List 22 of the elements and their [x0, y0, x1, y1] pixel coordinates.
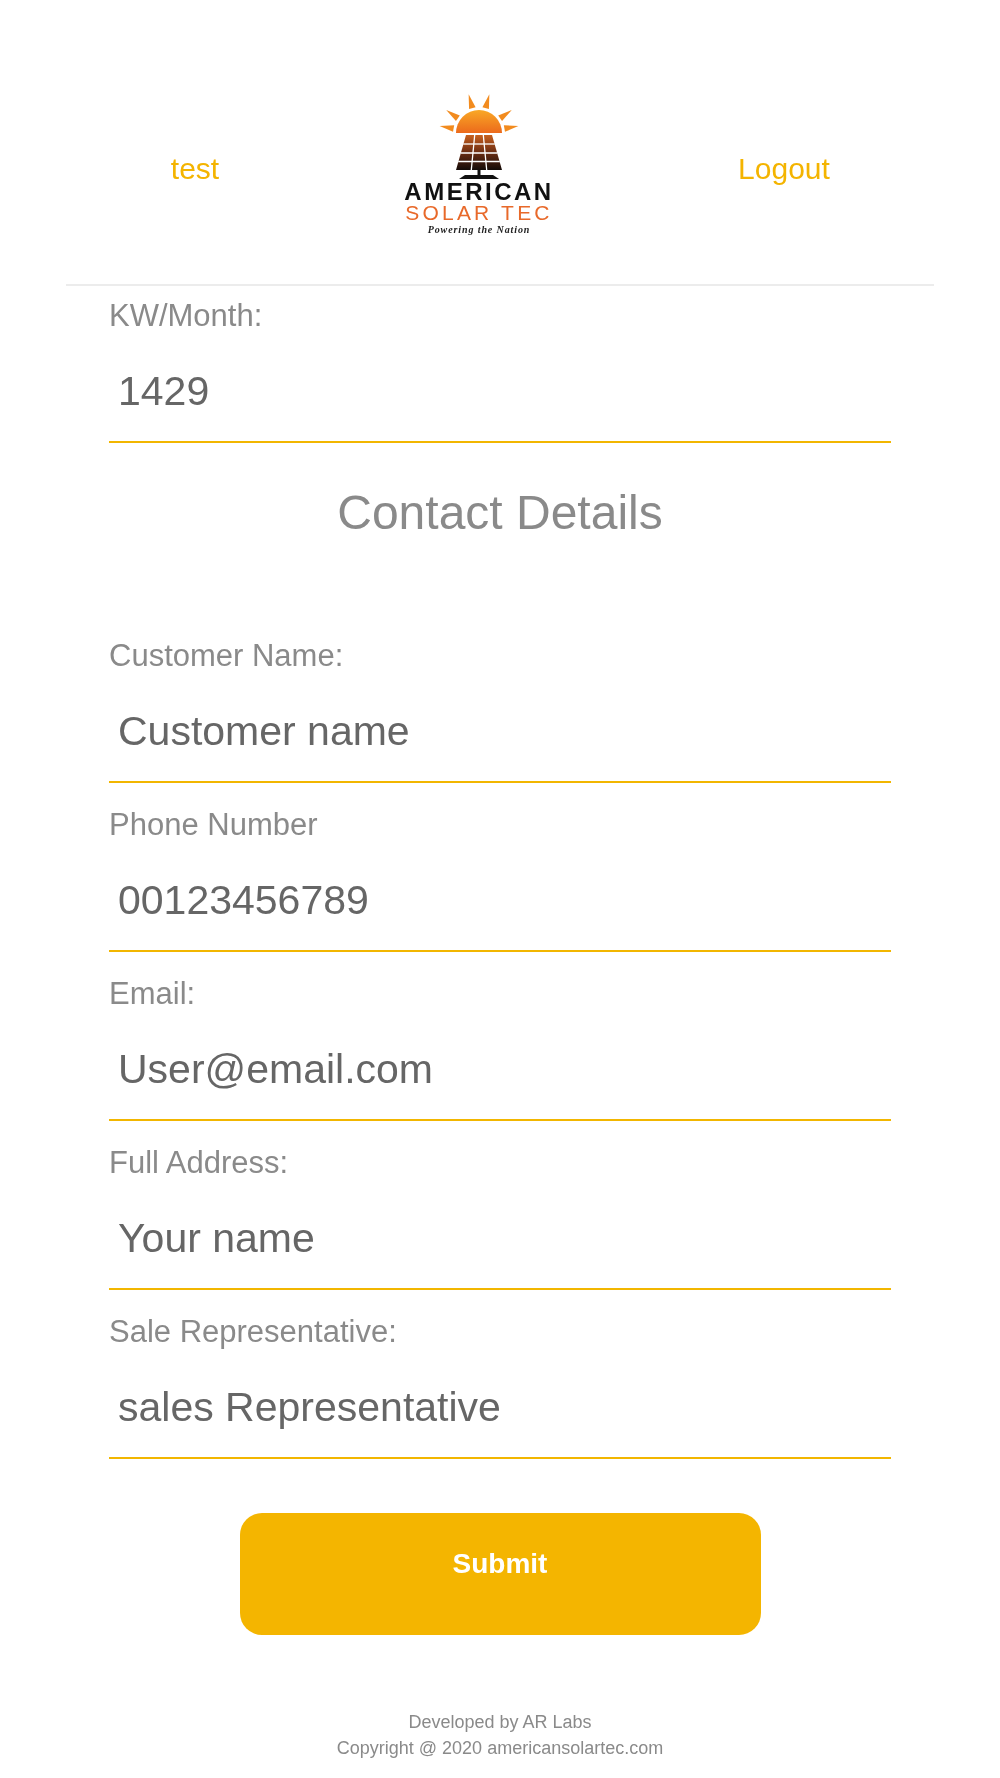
submit-button[interactable]: Submit	[239, 1513, 761, 1635]
input-field[interactable]: User@email.com	[109, 1013, 891, 1121]
section-title: Contact Details	[337, 485, 663, 541]
input-field[interactable]: 1429	[109, 335, 891, 443]
logo-title: AMERICAN	[404, 181, 554, 203]
input-field[interactable]: Your name	[109, 1182, 891, 1290]
field-label: Full Address:	[109, 1144, 289, 1182]
field-label: Sale Representative:	[109, 1313, 397, 1351]
logo-tagline: Powering the Nation	[427, 223, 531, 236]
logo-subtitle: SOLAR TEC	[405, 203, 553, 223]
input-field[interactable]: 00123456789	[109, 844, 891, 952]
footer-credit: Developed by AR Labs	[408, 1711, 592, 1734]
field-label: KW/Month:	[109, 297, 263, 335]
field-label: Customer Name:	[109, 637, 344, 675]
footer-copyright: Copyright @ 2020 americansolartec.com	[336, 1737, 664, 1760]
input-field[interactable]: Customer name	[109, 675, 891, 783]
logout-link[interactable]: Logout	[738, 151, 830, 187]
user-link[interactable]: test	[170, 151, 220, 187]
field-label: Email:	[109, 975, 196, 1013]
sun-solar-panel-icon	[439, 93, 519, 179]
input-field[interactable]: sales Representative	[109, 1351, 891, 1459]
field-label: Phone Number	[109, 806, 318, 844]
